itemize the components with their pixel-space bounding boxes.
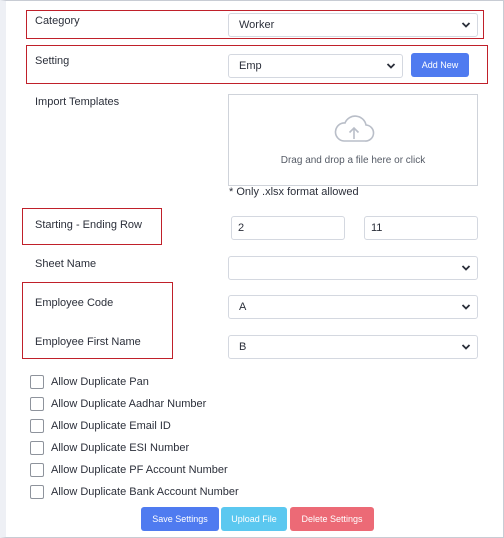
setting-select[interactable]: Emp [228, 54, 403, 78]
checkbox[interactable] [30, 441, 44, 455]
checkbox-label: Allow Duplicate Email ID [51, 420, 171, 432]
employee-code-label: Employee Code [35, 297, 114, 309]
category-select[interactable]: Worker [228, 13, 478, 37]
checkbox[interactable] [30, 397, 44, 411]
format-note: * Only .xlsx format allowed [229, 186, 359, 198]
delete-settings-button[interactable]: Delete Settings [290, 507, 374, 531]
ending-row-input[interactable]: 11 [364, 216, 478, 240]
checkbox-label: Allow Duplicate Pan [51, 376, 149, 388]
save-settings-button[interactable]: Save Settings [141, 507, 219, 531]
employee-code-select[interactable]: A [228, 295, 478, 319]
checkbox-label: Allow Duplicate Bank Account Number [51, 486, 239, 498]
chevron-down-icon [461, 344, 471, 350]
employee-code-value: A [239, 301, 247, 313]
setting-value: Emp [239, 60, 262, 72]
checkbox[interactable] [30, 463, 44, 477]
checkbox-label: Allow Duplicate PF Account Number [51, 464, 228, 476]
category-label: Category [35, 15, 80, 27]
checkbox-duplicate-bank[interactable]: Allow Duplicate Bank Account Number [30, 485, 239, 499]
dropzone-text: Drag and drop a file here or click [280, 155, 426, 166]
checkbox-label: Allow Duplicate Aadhar Number [51, 398, 207, 410]
file-dropzone[interactable]: Drag and drop a file here or click [228, 94, 478, 186]
checkbox[interactable] [30, 375, 44, 389]
checkbox-duplicate-esi[interactable]: Allow Duplicate ESI Number [30, 441, 189, 455]
chevron-down-icon [461, 304, 471, 310]
import-templates-label: Import Templates [35, 96, 120, 108]
checkbox-label: Allow Duplicate ESI Number [51, 442, 190, 454]
employee-first-name-label: Employee First Name [35, 336, 141, 348]
checkbox[interactable] [30, 485, 44, 499]
employee-first-name-value: B [239, 341, 247, 353]
sheet-name-select[interactable] [228, 256, 478, 280]
row-range-label: Starting - Ending Row [35, 219, 142, 231]
chevron-down-icon [386, 63, 396, 69]
checkbox[interactable] [30, 419, 44, 433]
checkbox-duplicate-aadhar[interactable]: Allow Duplicate Aadhar Number [30, 397, 206, 411]
starting-row-input[interactable]: 2 [231, 216, 345, 240]
setting-label: Setting [35, 55, 70, 67]
ending-row-value: 11 [371, 222, 383, 234]
chevron-down-icon [461, 22, 471, 28]
upload-file-button[interactable]: Upload File [221, 507, 287, 531]
employee-first-name-select[interactable]: B [228, 335, 478, 359]
checkbox-duplicate-email[interactable]: Allow Duplicate Email ID [30, 419, 171, 433]
cloud-upload-icon [334, 115, 375, 142]
chevron-down-icon [461, 265, 471, 271]
starting-row-value: 2 [238, 222, 245, 234]
checkbox-duplicate-pan[interactable]: Allow Duplicate Pan [30, 375, 149, 389]
sheet-name-label: Sheet Name [35, 258, 97, 270]
category-value: Worker [239, 19, 275, 31]
checkbox-duplicate-pf[interactable]: Allow Duplicate PF Account Number [30, 463, 228, 477]
add-new-button[interactable]: Add New [411, 53, 469, 77]
